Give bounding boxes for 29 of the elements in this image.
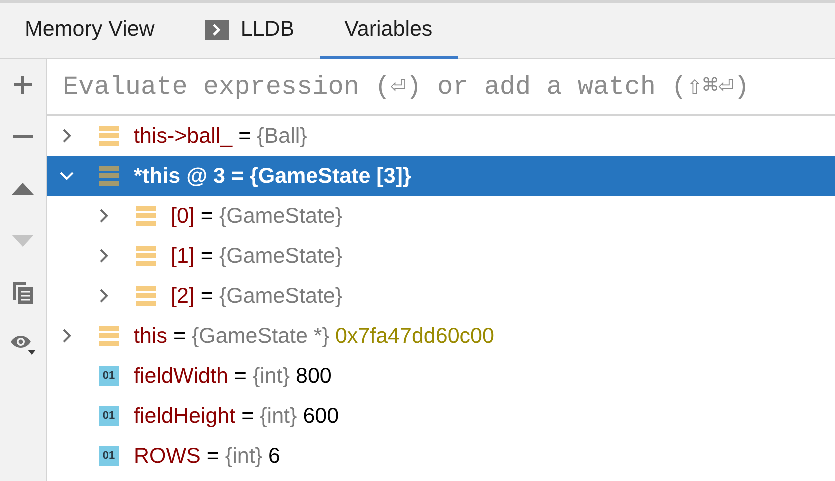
field-stack-icon: [99, 166, 119, 186]
copy-icon[interactable]: [12, 281, 34, 305]
add-icon[interactable]: [13, 75, 33, 95]
variable-text: ROWS = {int} 6: [134, 444, 280, 468]
variable-text: [2] = {GameState}: [171, 284, 343, 308]
tab[interactable]: LLDB: [180, 3, 320, 59]
up-triangle-icon[interactable]: [12, 183, 34, 195]
variable-text: *this @ 3 = {GameState [3]}: [134, 164, 412, 188]
tab[interactable]: Variables: [320, 3, 458, 59]
field-stack-icon: [136, 206, 156, 226]
int-type-icon: 01: [99, 446, 119, 466]
variable-text: fieldWidth = {int} 800: [134, 364, 332, 388]
eye-icon[interactable]: [10, 334, 36, 356]
int-type-icon: 01: [99, 406, 119, 426]
variable-text: fieldHeight = {int} 600: [134, 404, 340, 428]
field-stack-icon: [99, 326, 119, 346]
field-stack-icon: [99, 126, 119, 146]
variable-text: this->ball_ = {Ball}: [134, 124, 308, 148]
selected-row[interactable]: *this @ 3 = {GameState [3]}: [47, 156, 835, 196]
variable-text: [1] = {GameState}: [171, 244, 343, 268]
int-type-icon: 01: [99, 366, 119, 386]
variable-text: [0] = {GameState}: [171, 204, 343, 228]
variable-text: this = {GameState *} 0x7fa47dd60c00: [134, 324, 494, 348]
remove-icon[interactable]: [13, 135, 33, 139]
field-stack-icon: [136, 286, 156, 306]
tab[interactable]: Memory View: [0, 3, 180, 59]
field-stack-icon: [136, 246, 156, 266]
console-icon: [204, 20, 229, 40]
expression-field[interactable]: Evaluate expression (⏎) or add a watch (⇧⌘⏎): [63, 72, 835, 102]
